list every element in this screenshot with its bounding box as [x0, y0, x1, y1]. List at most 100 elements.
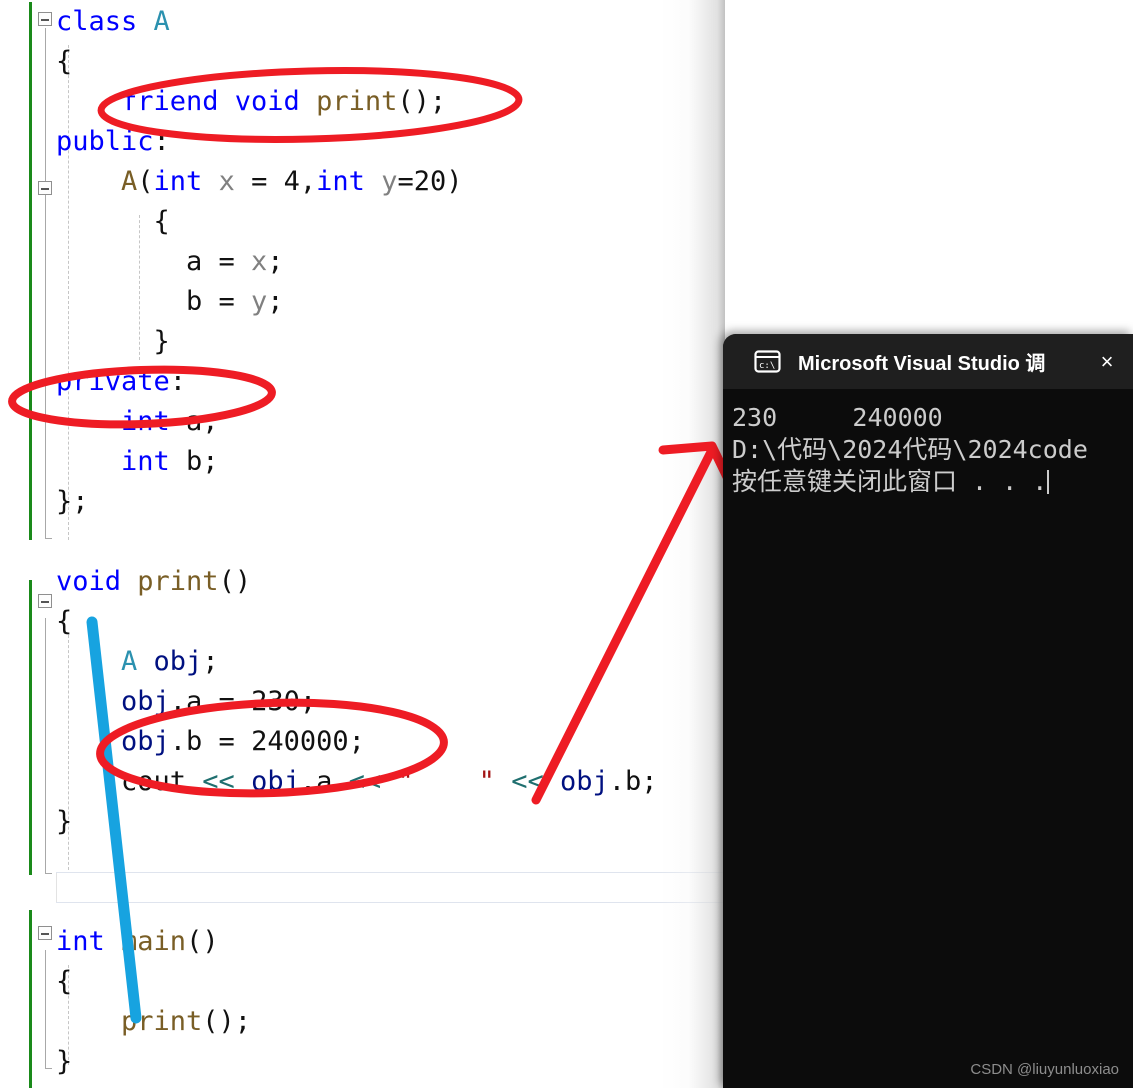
- csdn-watermark: CSDN @liuyunluoxiao: [970, 1061, 1119, 1078]
- code-line[interactable]: public:: [56, 122, 170, 162]
- code-token: {: [153, 206, 170, 237]
- code-token: y: [381, 166, 398, 197]
- code-token: b =: [186, 286, 252, 317]
- code-token: a =: [186, 246, 252, 277]
- code-token: <<: [202, 766, 235, 797]
- code-token: class: [56, 6, 154, 37]
- code-token: 240000: [251, 726, 349, 757]
- code-line[interactable]: };: [56, 482, 89, 522]
- editor-pane-edge-shadow: [660, 0, 725, 1088]
- code-line[interactable]: b = y;: [186, 282, 284, 322]
- code-line[interactable]: A obj;: [121, 642, 219, 682]
- code-token: (): [218, 566, 252, 597]
- code-token: private: [56, 366, 170, 397]
- code-token: {: [56, 606, 73, 637]
- console-line-text: 按任意键关闭此窗口 . . .: [732, 467, 1048, 496]
- code-line[interactable]: class A: [56, 2, 170, 42]
- fold-rail-main-end: [45, 1068, 52, 1069]
- fold-toggle-class[interactable]: [38, 12, 52, 26]
- code-token: int: [56, 926, 122, 957]
- code-line[interactable]: }: [56, 802, 72, 842]
- fold-rail-class-end: [45, 538, 52, 539]
- code-token: obj: [121, 686, 170, 717]
- code-token: b;: [169, 446, 219, 477]
- code-token: :: [153, 126, 170, 157]
- code-token: 230: [251, 686, 300, 717]
- code-token: ;: [267, 246, 284, 277]
- console-title-text: Microsoft Visual Studio 调试控: [798, 353, 1046, 375]
- code-token: {: [56, 46, 73, 77]
- code-token: ;: [299, 686, 317, 717]
- code-token: 4: [283, 166, 300, 197]
- code-token: {: [56, 966, 73, 997]
- code-token: int: [121, 406, 170, 437]
- code-token: <<: [511, 766, 544, 797]
- code-token: <<: [348, 766, 382, 797]
- debug-console-window[interactable]: c:\ Microsoft Visual Studio 调试控 × 230 24…: [723, 334, 1133, 1088]
- code-token: y: [251, 286, 268, 317]
- code-token: }: [56, 1046, 73, 1077]
- code-token: main: [121, 926, 187, 957]
- console-output-area[interactable]: 230 240000 D:\代码\2024代码\2024code 按任意键关闭此…: [723, 389, 1133, 1088]
- code-token: x: [218, 166, 235, 197]
- fold-toggle-ctor[interactable]: [38, 181, 52, 195]
- code-token: cout: [121, 766, 203, 797]
- code-token: ;: [348, 726, 365, 757]
- console-line: 按任意键关闭此窗口 . . .: [732, 466, 1133, 498]
- code-line[interactable]: a = x;: [186, 242, 284, 282]
- code-line[interactable]: obj.a = 230;: [121, 682, 316, 722]
- code-token: A: [153, 6, 170, 37]
- code-line[interactable]: }: [56, 1042, 72, 1082]
- code-token: .b =: [169, 726, 252, 757]
- code-line[interactable]: {: [56, 962, 72, 1002]
- code-token: (: [137, 166, 154, 197]
- code-line[interactable]: cout << obj.a << " " << obj.b;: [121, 762, 658, 802]
- code-token: A: [121, 166, 138, 197]
- code-line[interactable]: private:: [56, 362, 186, 402]
- text-caret: [1047, 470, 1050, 494]
- close-icon[interactable]: ×: [1093, 348, 1121, 376]
- code-token: :: [169, 366, 187, 397]
- code-line[interactable]: {: [154, 202, 170, 242]
- code-token: obj: [121, 726, 170, 757]
- code-token: =: [234, 166, 284, 197]
- code-token: friend void: [121, 86, 317, 117]
- console-titlebar[interactable]: c:\ Microsoft Visual Studio 调试控 ×: [723, 334, 1133, 389]
- change-bar-print-region: [29, 580, 32, 875]
- console-line: 230 240000: [732, 403, 943, 432]
- code-line[interactable]: int a;: [121, 402, 219, 442]
- code-line[interactable]: int b;: [121, 442, 219, 482]
- code-line[interactable]: print();: [121, 1002, 251, 1042]
- region-separator-bottom: [56, 902, 725, 903]
- change-bar-class-region: [29, 2, 32, 540]
- code-line[interactable]: }: [154, 322, 170, 362]
- fold-toggle-print[interactable]: [38, 594, 52, 608]
- code-line[interactable]: int main(): [56, 922, 219, 962]
- code-token: ;: [267, 286, 284, 317]
- code-line[interactable]: obj.b = 240000;: [121, 722, 365, 762]
- code-editor-pane[interactable]: class A{friend void print(); public: A(int…: [0, 0, 725, 1088]
- console-line: D:\代码\2024代码\2024code: [732, 435, 1088, 464]
- code-token: .a: [299, 766, 349, 797]
- fold-toggle-main[interactable]: [38, 926, 52, 940]
- code-token: A: [121, 646, 138, 677]
- code-token: int: [153, 166, 203, 197]
- fold-rail-main: [45, 950, 46, 1068]
- code-token: public: [56, 126, 154, 157]
- code-line[interactable]: void print(): [56, 562, 251, 602]
- code-token: obj: [560, 766, 609, 797]
- change-bar-main-region: [29, 910, 32, 1088]
- code-token: ();: [397, 86, 447, 117]
- cmd-prompt-icon: c:\: [754, 350, 781, 373]
- code-line[interactable]: A(int x = 4,int y=20): [121, 162, 463, 202]
- fold-rail-print-end: [45, 873, 52, 874]
- code-line[interactable]: {: [56, 42, 72, 82]
- code-line[interactable]: friend void print();: [121, 82, 446, 122]
- code-line[interactable]: {: [56, 602, 72, 642]
- code-token: }: [56, 806, 73, 837]
